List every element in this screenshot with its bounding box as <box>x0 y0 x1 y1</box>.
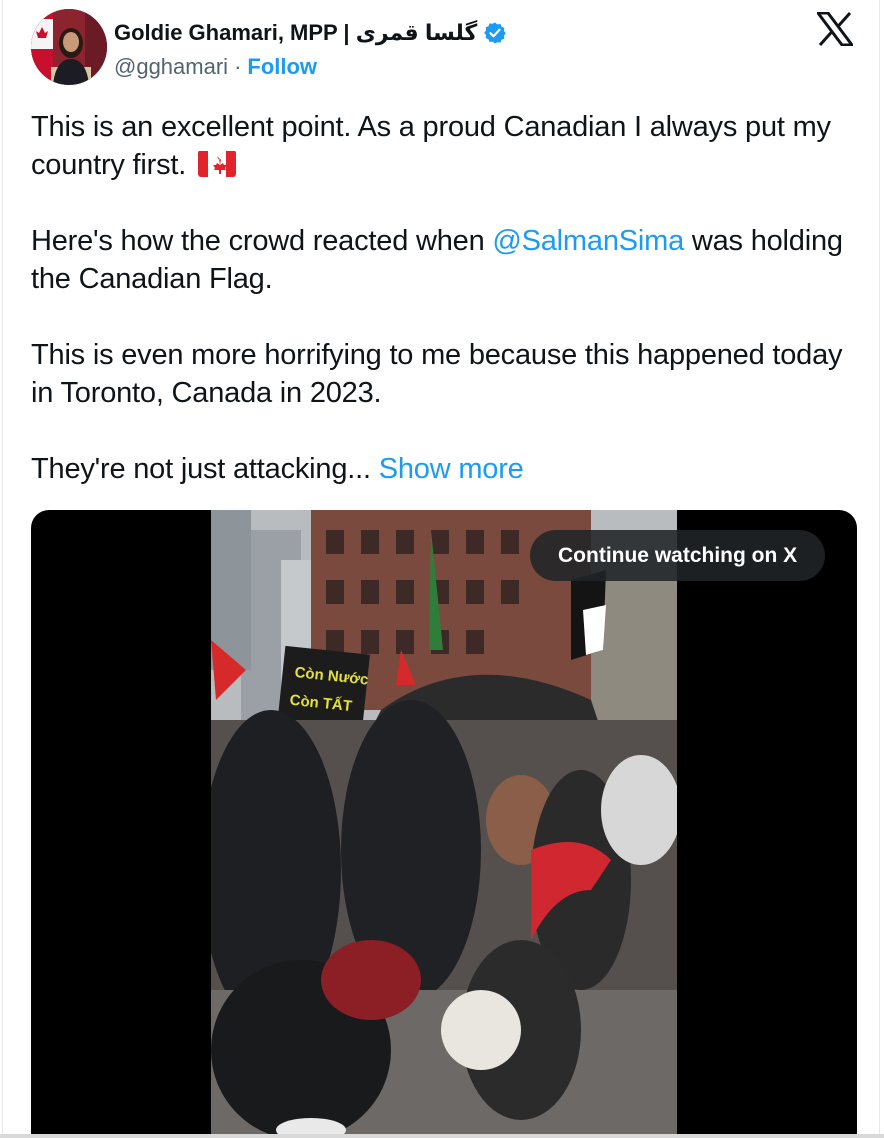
tweet-paragraph-4: They're not just attacking... Show more <box>31 453 524 485</box>
verified-badge-icon <box>483 21 507 45</box>
tweet-paragraph-3: This is even more horrifying to me becau… <box>31 339 843 409</box>
tweet-paragraph-2: Here's how the crowd reacted when @Salma… <box>31 225 843 295</box>
canada-flag-emoji-icon <box>198 150 236 177</box>
x-logo-icon[interactable] <box>815 11 855 47</box>
video-frame: Còn Nước Còn TẤT <box>211 510 677 1136</box>
scrollbar-track <box>0 1134 884 1138</box>
separator-dot: · <box>234 54 242 79</box>
author-avatar[interactable] <box>31 9 107 85</box>
tweet-embed-card: Goldie Ghamari, MPP | گلسا قمری @gghamar… <box>2 0 880 1136</box>
author-handle[interactable]: @gghamari <box>114 54 228 80</box>
author-handle-row: @gghamari · Follow <box>114 52 317 82</box>
follow-button[interactable]: Follow <box>247 54 317 80</box>
continue-watching-button[interactable]: Continue watching on X <box>530 530 826 581</box>
author-name[interactable]: Goldie Ghamari, MPP | گلسا قمری <box>114 20 477 46</box>
author-name-row: Goldie Ghamari, MPP | گلسا قمری <box>114 16 507 50</box>
video-player[interactable]: Còn Nước Còn TẤT Continue watching on X <box>31 510 857 1136</box>
tweet-text: This is an excellent point. As a proud C… <box>31 108 861 488</box>
tweet-paragraph-1: This is an excellent point. As a proud C… <box>31 111 831 181</box>
mention-link[interactable]: @SalmanSima <box>492 225 684 257</box>
show-more-link[interactable]: Show more <box>379 453 524 485</box>
